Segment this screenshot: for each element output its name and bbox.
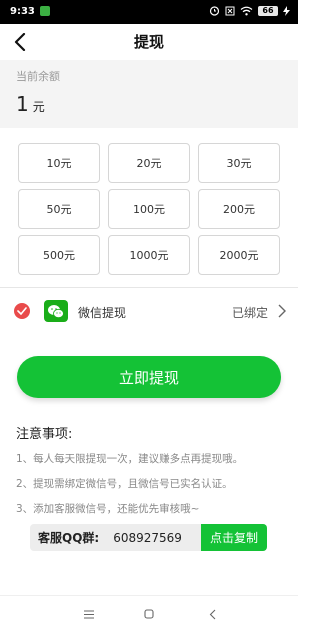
amount-option-500[interactable]: 500元 bbox=[18, 235, 100, 275]
home-icon[interactable] bbox=[139, 604, 159, 624]
amount-option-10[interactable]: 10元 bbox=[18, 143, 100, 183]
status-bar: 9:33 66 bbox=[0, 0, 298, 24]
chevron-right-icon bbox=[278, 304, 286, 318]
back-arrow-icon bbox=[14, 33, 26, 51]
section-divider bbox=[0, 287, 298, 288]
binding-status: 已绑定 bbox=[231, 306, 268, 320]
note-item: 1、每人每天限提现一次，建议赚多点再提现哦。 bbox=[16, 453, 244, 465]
qq-group-label: 客服QQ群: bbox=[38, 531, 100, 545]
menu-icon[interactable] bbox=[79, 604, 99, 624]
amount-option-1000[interactable]: 1000元 bbox=[108, 235, 190, 275]
charging-icon bbox=[283, 5, 290, 16]
back-button[interactable] bbox=[8, 30, 32, 54]
amount-options: 10元 20元 30元 50元 100元 200元 500元 1000元 200… bbox=[18, 143, 280, 275]
amount-option-2000[interactable]: 2000元 bbox=[198, 235, 280, 275]
balance-value: 1元 bbox=[16, 92, 45, 116]
navigation-bar: 提现 bbox=[0, 24, 298, 60]
note-item: 3、添加客服微信号，还能优先审核哦~ bbox=[16, 503, 200, 515]
note-item: 2、提现需绑定微信号，且微信号已实名认证。 bbox=[16, 478, 233, 490]
system-back-icon[interactable] bbox=[202, 604, 222, 624]
amount-option-50[interactable]: 50元 bbox=[18, 189, 100, 229]
qq-group-number: 608927569 bbox=[113, 530, 182, 545]
balance-panel: 当前余额 1元 bbox=[0, 60, 298, 128]
system-navigation-bar bbox=[0, 595, 298, 632]
balance-amount: 1 bbox=[16, 92, 29, 116]
page-title: 提现 bbox=[133, 33, 164, 51]
wechat-icon bbox=[44, 300, 68, 322]
amount-option-100[interactable]: 100元 bbox=[108, 189, 190, 229]
selected-check-icon[interactable] bbox=[14, 303, 30, 319]
amount-option-30[interactable]: 30元 bbox=[198, 143, 280, 183]
status-time: 9:33 bbox=[10, 6, 35, 17]
balance-unit: 元 bbox=[32, 100, 45, 114]
copy-button[interactable]: 点击复制 bbox=[201, 524, 267, 551]
withdraw-button[interactable]: 立即提现 bbox=[17, 356, 281, 398]
amount-option-20[interactable]: 20元 bbox=[108, 143, 190, 183]
balance-label: 当前余额 bbox=[16, 70, 60, 83]
notes-title: 注意事项: bbox=[16, 427, 73, 442]
status-icons: 66 bbox=[209, 5, 290, 16]
qq-group-bar: 客服QQ群: 608927569 点击复制 bbox=[30, 524, 267, 551]
amount-option-200[interactable]: 200元 bbox=[198, 189, 280, 229]
alarm-icon bbox=[209, 6, 220, 16]
battery-indicator: 66 bbox=[258, 5, 278, 16]
wifi-icon bbox=[240, 6, 253, 15]
wechat-withdraw-row[interactable]: 微信提现 已绑定 bbox=[0, 296, 298, 326]
app-notification-icon bbox=[40, 6, 50, 16]
payment-method-label: 微信提现 bbox=[78, 306, 127, 320]
signal-x-icon bbox=[225, 6, 235, 15]
